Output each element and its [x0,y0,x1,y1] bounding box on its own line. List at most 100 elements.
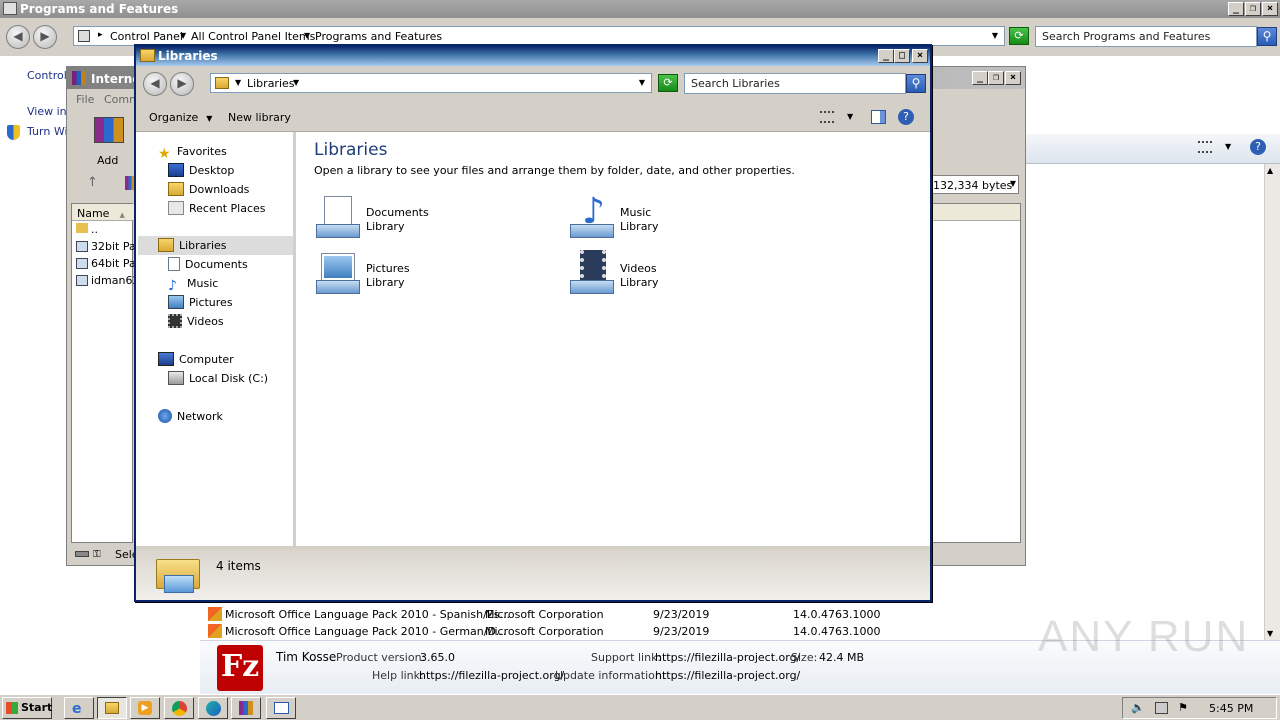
view-dropdown-icon[interactable]: ▼ [847,112,853,121]
nav-network[interactable]: Network [158,408,223,426]
help-link[interactable]: https://filezilla-project.org/ [419,669,564,682]
page-title: Libraries [314,140,388,160]
window-title: Programs and Features [20,2,179,16]
search-input[interactable]: Search Libraries [684,73,906,94]
search-icon[interactable]: ⚲ [1257,27,1277,46]
program-installed: 9/23/2019 [653,608,710,621]
library-documents[interactable]: Documents Library [314,194,554,244]
name-column-header[interactable]: Name ▲ [72,204,134,221]
update-info-link[interactable]: https://filezilla-project.org/ [655,669,800,682]
nav-local-disk[interactable]: Local Disk (C:) [168,370,268,388]
libraries-titlebar[interactable]: Libraries _ □ × [136,46,930,66]
scrollbar-vertical[interactable]: ▲ ▼ [1264,164,1280,640]
library-name: Music [620,206,652,219]
list-item[interactable]: idman62 [76,274,139,287]
close-button[interactable]: × [1262,2,1278,16]
library-music[interactable]: ♪ Music Library [568,194,808,244]
dropdown-icon[interactable]: ▼ [1010,179,1016,188]
programs-features-titlebar[interactable]: Programs and Features _ ❐ × [0,0,1280,18]
scroll-down-icon[interactable]: ▼ [1267,629,1273,638]
clock[interactable]: 5:45 PM [1209,702,1253,715]
breadcrumb-control-panel[interactable]: Control Panel [110,30,183,43]
minimize-button[interactable]: _ [1228,2,1244,16]
back-button[interactable]: ◀ [143,72,167,96]
nav-videos[interactable]: Videos [168,313,224,331]
maximize-button[interactable]: □ [894,49,910,63]
scroll-up-icon[interactable]: ▲ [1267,166,1273,175]
menu-file[interactable]: File [76,93,94,106]
forward-button[interactable]: ▶ [33,25,57,49]
speaker-icon[interactable]: 🔈 [1131,701,1145,714]
network-icon [158,409,172,423]
list-item[interactable]: 32bit Pa [76,240,136,253]
computer-icon [158,352,174,366]
new-library-button[interactable]: New library [228,111,291,124]
library-pictures[interactable]: Pictures Library [314,250,554,300]
breadcrumb-programs[interactable]: Programs and Features [315,30,442,43]
taskbar-winrar-button[interactable] [231,697,261,719]
nav-pictures[interactable]: Pictures [168,294,233,312]
taskbar-explorer-button[interactable] [97,697,127,719]
breadcrumb-libraries[interactable]: Libraries [247,77,295,90]
archive-size-field[interactable]: 132,334 bytes ▼ [931,175,1019,194]
refresh-button[interactable]: ⟳ [1009,27,1029,45]
nav-downloads[interactable]: Downloads [168,181,249,199]
nav-documents[interactable]: Documents [168,256,248,274]
taskbar-chrome-button[interactable] [164,697,194,719]
address-dropdown-icon[interactable]: ▼ [639,78,645,87]
control-panel-home-link[interactable]: Control [27,69,67,82]
view-options-icon[interactable] [820,111,834,123]
minimize-button[interactable]: _ [878,49,894,63]
libraries-icon [158,238,174,252]
address-bar[interactable]: ▸ Control Panel ▼ All Control Panel Item… [73,26,1005,46]
chevron-down-icon[interactable]: ▼ [180,31,186,40]
flag-icon[interactable]: ⚑ [1178,701,1188,714]
chevron-right-icon[interactable]: ▸ [98,30,103,40]
view-options-icon[interactable] [1198,141,1212,153]
support-link[interactable]: https://filezilla-project.org/ [655,651,800,664]
close-button[interactable]: × [1005,71,1021,85]
file-list: Name ▲ .. 32bit Pa 64bit Pa idman62 [71,203,139,543]
network-tray-icon[interactable] [1155,702,1168,714]
search-input[interactable]: Search Programs and Features [1035,26,1257,47]
help-icon[interactable]: ? [898,109,914,125]
taskbar-ie-button[interactable]: e [64,697,94,719]
list-item[interactable]: .. [76,223,98,236]
back-button[interactable]: ◀ [6,25,30,49]
close-button[interactable]: × [912,49,928,63]
library-videos[interactable]: Videos Library [568,250,808,300]
start-button[interactable]: Start [2,697,52,719]
forward-button[interactable]: ▶ [170,72,194,96]
nav-recent-places[interactable]: Recent Places [168,200,266,218]
chevron-down-icon[interactable]: ▼ [235,78,241,87]
help-icon[interactable]: ? [1250,139,1266,155]
list-item[interactable]: 64bit Pa [76,257,136,270]
chevron-down-icon[interactable]: ▼ [293,78,299,87]
view-dropdown-icon[interactable]: ▼ [1225,142,1231,151]
up-arrow-icon[interactable]: ↑ [87,175,98,190]
file-icon [76,275,88,286]
nav-favorites[interactable]: ★ Favorites [158,143,227,162]
nav-music[interactable]: ♪ Music [168,275,218,294]
restore-button[interactable]: ❐ [1245,2,1261,16]
breadcrumb-all-items[interactable]: All Control Panel Items [191,30,315,43]
search-icon[interactable]: ⚲ [906,74,926,93]
restore-button[interactable]: ❐ [988,71,1004,85]
taskbar-media-button[interactable]: ▶ [130,697,160,719]
minimize-button[interactable]: _ [972,71,988,85]
address-dropdown-icon[interactable]: ▼ [992,31,998,40]
chevron-down-icon[interactable]: ▼ [304,31,310,40]
nav-desktop[interactable]: Desktop [168,162,234,180]
nav-libraries[interactable]: Libraries [158,237,227,255]
taskbar-edge-button[interactable] [198,697,228,719]
shield-icon [7,125,20,140]
preview-pane-icon[interactable] [871,110,886,124]
turn-windows-features-link[interactable]: Turn Wi [27,125,68,138]
taskbar-control-panel-button[interactable] [266,697,296,719]
refresh-button[interactable]: ⟳ [658,74,678,92]
add-button[interactable]: Add [91,115,127,167]
address-bar[interactable]: ▼ Libraries ▼ ▼ [210,73,652,93]
nav-computer[interactable]: Computer [158,351,234,369]
organize-button[interactable]: Organize ▼ [149,111,212,124]
right-file-pane [931,203,1021,543]
